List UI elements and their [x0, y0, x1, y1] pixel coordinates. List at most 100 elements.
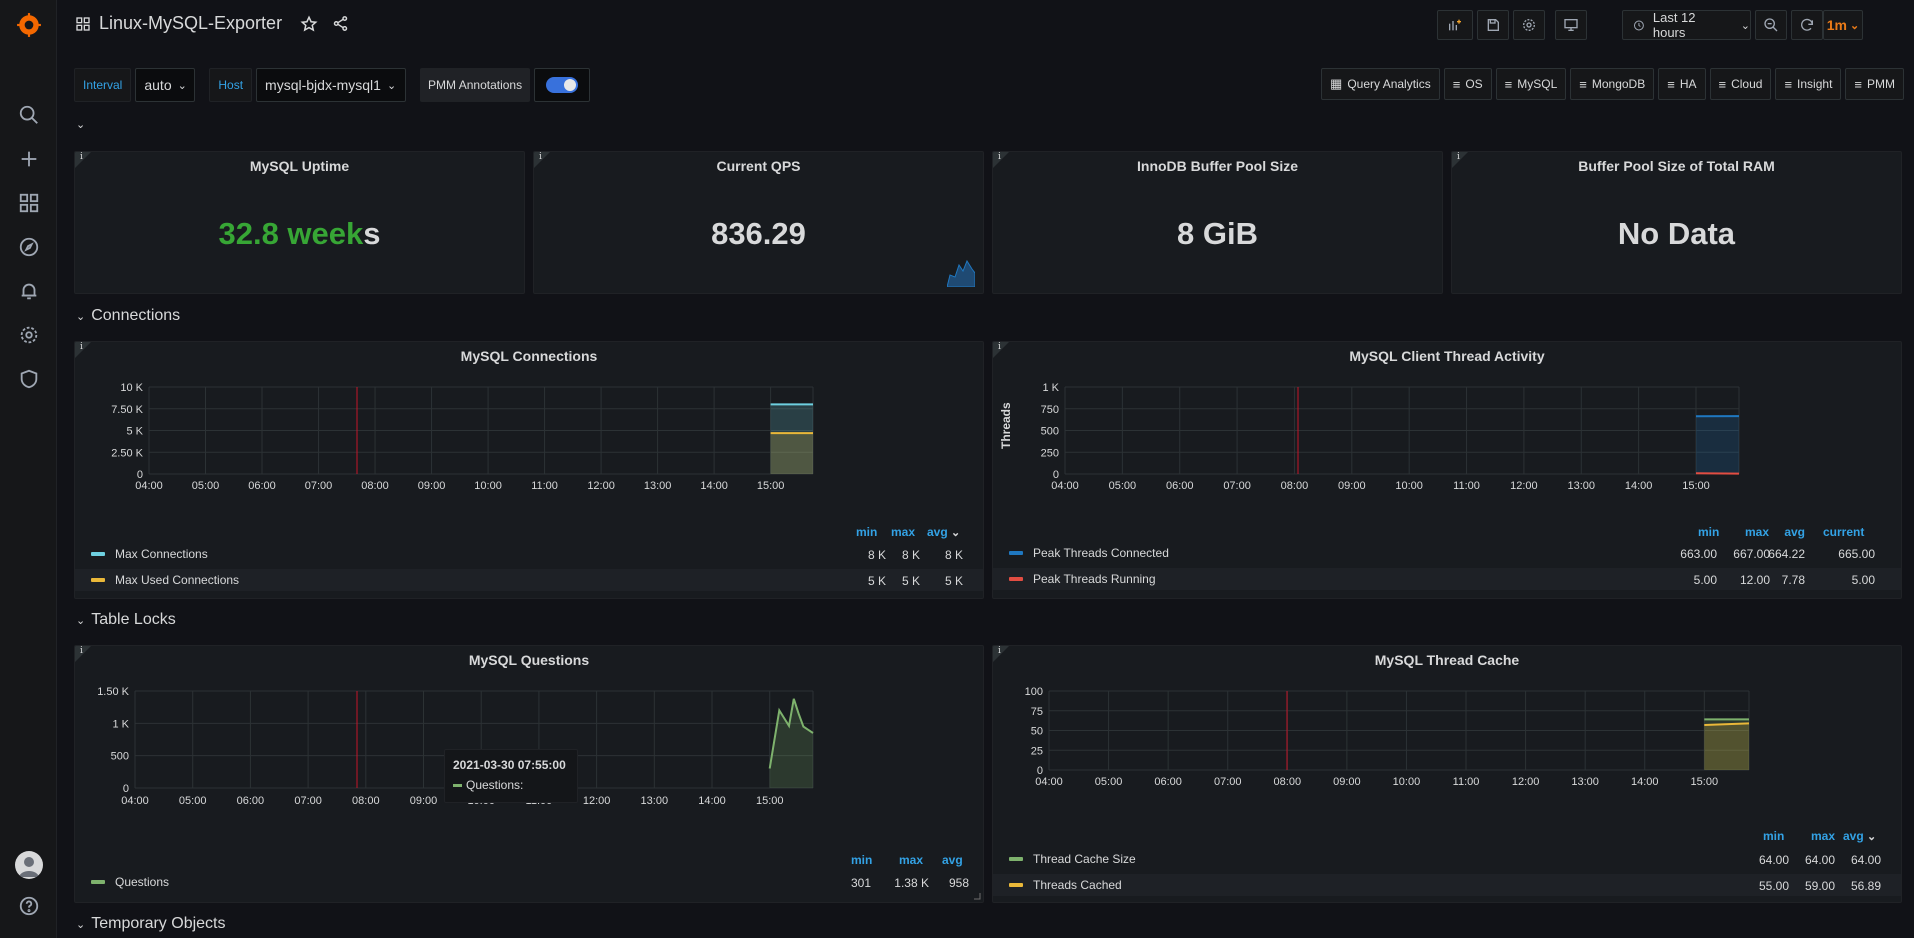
legend-row[interactable]: Max Connections [91, 543, 971, 565]
x-tick-label: 10:00 [1393, 776, 1421, 788]
search-icon[interactable] [14, 100, 44, 130]
dashboards-icon[interactable] [14, 188, 44, 218]
link-os[interactable]: ≡ OS [1443, 68, 1492, 100]
shield-icon[interactable] [14, 364, 44, 394]
y-tick-label: 0 [123, 783, 129, 795]
refresh-interval-picker[interactable]: 1m ⌄ [1823, 10, 1863, 40]
y-tick-label: 7.50 K [111, 404, 143, 416]
legend-col-avg[interactable]: avg ⌄ [1843, 829, 1876, 843]
graph-area[interactable]: 10 K7.50 K5 K2.50 K004:00 05:00 06:00 07:00… [75, 372, 984, 552]
legend-value-avg: 64.00 [1850, 853, 1881, 867]
panel-title[interactable]: MySQL Connections [75, 348, 983, 364]
interval-variable-select[interactable]: auto ⌄ [135, 68, 196, 102]
bars-icon: ≡ [1718, 76, 1727, 92]
panel-title[interactable]: MySQL Thread Cache [993, 652, 1901, 668]
link-pmm[interactable]: ≡ PMM [1845, 68, 1904, 100]
stat-panel-uptime[interactable]: i MySQL Uptime 32.8 weeks [74, 151, 525, 294]
legend-col-avg[interactable]: avg [1773, 525, 1805, 539]
save-button[interactable] [1477, 10, 1509, 40]
dashboard-grid-icon [76, 16, 90, 31]
sort-chevron-icon: ⌄ [951, 527, 961, 539]
add-panel-icon [1449, 19, 1461, 31]
legend-swatch [91, 552, 105, 556]
legend-col-max[interactable]: max [1745, 525, 1769, 539]
y-tick-label: 500 [1041, 426, 1059, 438]
legend-value-avg: 958 [948, 876, 969, 890]
avatar[interactable] [15, 851, 43, 879]
legend-col-avg[interactable]: avg [942, 853, 963, 867]
legend-swatch [1009, 857, 1023, 861]
y-tick-label: 1.50 K [97, 686, 129, 698]
panel-title[interactable]: MySQL Uptime [75, 158, 524, 174]
star-icon[interactable] [300, 14, 318, 33]
row-connections[interactable]: ⌄ Connections [76, 307, 180, 325]
x-tick-label: 13:00 [1567, 480, 1595, 492]
gear-icon[interactable] [14, 320, 44, 350]
legend-col-max[interactable]: max [899, 853, 923, 867]
settings-button[interactable] [1513, 10, 1545, 40]
legend-series-name: Max Used Connections [115, 573, 240, 587]
link-cloud[interactable]: ≡ Cloud [1709, 68, 1772, 100]
pmm-annotations-toggle[interactable] [534, 68, 591, 102]
panel-thread-cache[interactable]: i MySQL Thread Cache 100 75 50 25 0 04:00 05:0… [992, 645, 1902, 903]
refresh-interval-label: 1m [1826, 17, 1847, 33]
panel-title[interactable]: MySQL Questions [75, 652, 983, 668]
panel-title[interactable]: Current QPS [534, 158, 983, 174]
x-tick-label: 05:00 [1109, 480, 1137, 492]
toggle-switch[interactable] [546, 77, 579, 93]
link-mongodb[interactable]: ≡ MongoDB [1570, 68, 1655, 100]
legend-col-max[interactable]: max [891, 525, 915, 539]
link-mysql[interactable]: ≡ MySQL [1495, 68, 1567, 100]
row-table-locks[interactable]: ⌄ Table Locks [76, 611, 176, 629]
panel-client-thread-activity[interactable]: i MySQL Client Thread Activity 1 K 750 500… [992, 341, 1902, 599]
resize-handle-icon[interactable] [974, 893, 981, 900]
legend-col-min[interactable]: min [851, 853, 872, 867]
legend-value-avg: 7.78 [1781, 573, 1805, 587]
chevron-down-icon: ⌄ [76, 614, 86, 627]
legend-row[interactable]: Max Used Connections [75, 569, 983, 591]
bell-icon[interactable] [14, 276, 44, 306]
panel-title[interactable]: MySQL Client Thread Activity [993, 348, 1901, 364]
legend-col-min[interactable]: min [1698, 525, 1719, 539]
x-tick-label: 04:00 [121, 795, 149, 807]
legend-value-max: 8 K [901, 548, 920, 562]
panel-title[interactable]: InnoDB Buffer Pool Size [993, 158, 1442, 174]
stat-panel-buffer-pool[interactable]: i InnoDB Buffer Pool Size 8 GiB [992, 151, 1443, 294]
tv-mode-button[interactable] [1555, 10, 1587, 40]
collapse-row-toggle[interactable]: ⌄ [76, 118, 85, 131]
share-icon[interactable] [332, 15, 349, 32]
stat-value: 836.29 [711, 216, 806, 251]
host-variable-select[interactable]: mysql-bjdx-mysql1 ⌄ [256, 68, 407, 102]
plus-icon[interactable] [14, 144, 44, 174]
legend-col-min[interactable]: min [1763, 829, 1784, 843]
interval-variable-value: auto [144, 77, 172, 93]
link-ha[interactable]: ≡ HA [1658, 68, 1706, 100]
x-tick-label: 04:00 [1051, 480, 1079, 492]
help-icon[interactable] [14, 891, 44, 921]
link-insight[interactable]: ≡ Insight [1775, 68, 1842, 100]
legend-col-current[interactable]: current [1823, 525, 1864, 539]
stat-panel-qps[interactable]: i Current QPS 836.29 [533, 151, 984, 294]
y-tick-label: 2.50 K [111, 447, 143, 459]
zoom-out-button[interactable] [1755, 10, 1787, 40]
dashboard-title[interactable]: Linux-MySQL-Exporter [99, 13, 282, 34]
stat-panel-buffer-pool-ram[interactable]: i Buffer Pool Size of Total RAM No Data [1451, 151, 1902, 294]
compass-icon[interactable] [14, 232, 44, 262]
panel-mysql-connections[interactable]: i MySQL Connections 10 K 7.50 K5 K 2.50 K0… [74, 341, 984, 599]
row-temporary-objects[interactable]: ⌄ Temporary Objects [76, 915, 225, 933]
legend-series-name: Threads Cached [1033, 878, 1122, 892]
panel-title[interactable]: Buffer Pool Size of Total RAM [1452, 158, 1901, 174]
refresh-button[interactable] [1791, 10, 1823, 40]
y-tick-label: 100 [1025, 686, 1043, 698]
time-range-picker[interactable]: Last 12 hours ⌄ [1622, 10, 1751, 40]
x-tick-label: 11:00 [1453, 776, 1480, 788]
link-query-analytics[interactable]: ▦ Query Analytics [1321, 68, 1440, 100]
y-tick-label: 50 [1031, 726, 1043, 738]
legend-col-min[interactable]: min [856, 525, 877, 539]
legend-col-avg[interactable]: avg ⌄ [927, 525, 960, 539]
add-panel-button[interactable] [1437, 10, 1473, 40]
y-axis-label: Threads [999, 402, 1013, 449]
link-label: Insight [1797, 77, 1833, 91]
grafana-logo-icon[interactable] [14, 10, 44, 40]
legend-col-max[interactable]: max [1811, 829, 1835, 843]
